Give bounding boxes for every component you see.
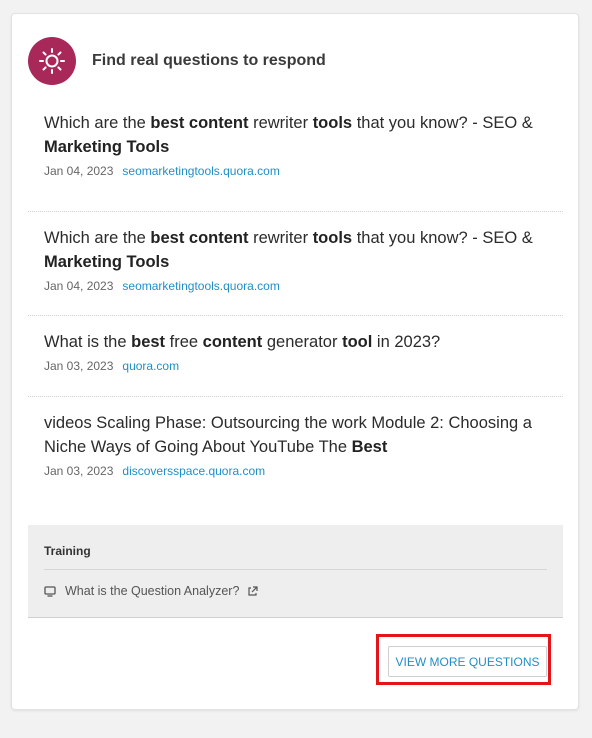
question-list: Which are the best content rewriter tool… (28, 108, 563, 497)
question-meta: Jan 03, 2023 discoversspace.quora.com (44, 464, 563, 478)
training-title: Training (44, 544, 91, 558)
question-text: generator (262, 333, 343, 351)
highlighted-keyword: best (150, 229, 185, 247)
training-divider (44, 569, 547, 570)
question-text: videos Scaling Phase: Outsourcing the wo… (44, 414, 532, 456)
highlighted-keyword: Tools (126, 138, 170, 156)
question-source-link[interactable]: seomarketingtools.quora.com (122, 164, 279, 178)
question-text: rewriter (248, 114, 313, 132)
highlighted-keyword: tools (312, 114, 353, 132)
question-source-link[interactable]: seomarketingtools.quora.com (122, 279, 279, 293)
monitor-icon (44, 585, 56, 597)
highlighted-keyword: content (202, 333, 263, 351)
highlighted-keyword: Best (351, 438, 388, 456)
question-item[interactable]: Which are the best content rewriter tool… (28, 108, 563, 212)
question-text: rewriter (248, 229, 313, 247)
training-section: Training What is the Question Analyzer? (28, 525, 563, 618)
question-title[interactable]: What is the best free content generator … (44, 316, 563, 354)
question-title[interactable]: videos Scaling Phase: Outsourcing the wo… (44, 397, 563, 459)
training-link-label[interactable]: What is the Question Analyzer? (65, 584, 239, 598)
question-text: in 2023? (372, 333, 441, 351)
question-meta: Jan 04, 2023 seomarketingtools.quora.com (44, 279, 563, 293)
highlighted-keyword: Marketing (44, 253, 122, 271)
highlighted-keyword: best (150, 114, 185, 132)
question-source-link[interactable]: discoversspace.quora.com (122, 464, 265, 478)
question-item[interactable]: videos Scaling Phase: Outsourcing the wo… (28, 397, 563, 497)
questions-card: Find real questions to respond Which are… (12, 14, 578, 709)
question-meta: Jan 04, 2023 seomarketingtools.quora.com (44, 164, 563, 178)
highlighted-keyword: tool (342, 333, 373, 351)
question-date: Jan 03, 2023 (44, 359, 114, 373)
highlighted-keyword: tools (312, 229, 353, 247)
view-more-questions-button[interactable]: VIEW MORE QUESTIONS (388, 646, 547, 677)
question-date: Jan 03, 2023 (44, 464, 114, 478)
question-meta: Jan 03, 2023 quora.com (44, 359, 563, 373)
question-date: Jan 04, 2023 (44, 279, 114, 293)
card-header: Find real questions to respond (28, 37, 326, 85)
highlighted-keyword: content (188, 229, 249, 247)
question-date: Jan 04, 2023 (44, 164, 114, 178)
highlighted-keyword: Tools (126, 253, 170, 271)
question-source-link[interactable]: quora.com (122, 359, 179, 373)
highlighted-keyword: content (188, 114, 249, 132)
question-item[interactable]: Which are the best content rewriter tool… (28, 212, 563, 316)
external-link-icon (247, 585, 259, 597)
question-title[interactable]: Which are the best content rewriter tool… (44, 212, 563, 274)
sun-icon (28, 37, 76, 85)
question-text: that you know? - SEO & (352, 229, 533, 247)
training-link[interactable]: What is the Question Analyzer? (44, 583, 259, 599)
question-text: Which are the (44, 114, 151, 132)
highlighted-keyword: Marketing (44, 138, 122, 156)
question-text: that you know? - SEO & (352, 114, 533, 132)
card-title: Find real questions to respond (92, 52, 326, 69)
question-text: Which are the (44, 229, 151, 247)
question-item[interactable]: What is the best free content generator … (28, 316, 563, 397)
highlighted-keyword: best (131, 333, 166, 351)
question-title[interactable]: Which are the best content rewriter tool… (44, 108, 563, 159)
question-text: What is the (44, 333, 132, 351)
question-text: free (165, 333, 203, 351)
